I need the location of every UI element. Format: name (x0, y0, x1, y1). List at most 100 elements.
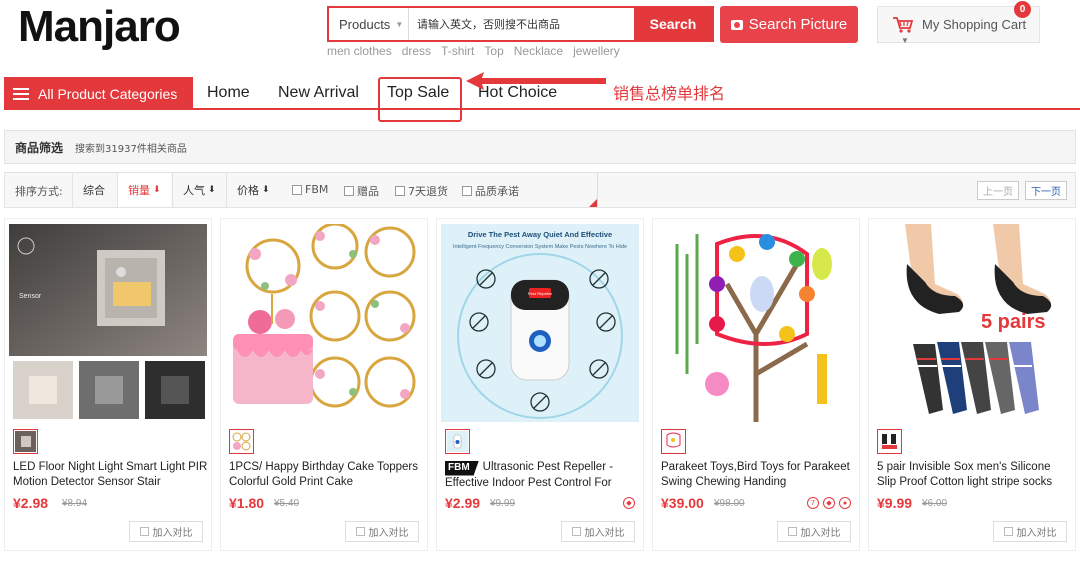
hot-word[interactable]: Top (484, 44, 503, 58)
sort-option-popularity[interactable]: 人气 ⬇ (172, 173, 226, 207)
product-price: ¥2.99 (445, 495, 481, 511)
compare-label: 加入对比 (152, 528, 193, 539)
image-caption: 5 pairs (981, 311, 1045, 333)
checkbox[interactable] (395, 186, 405, 196)
product-thumbnail[interactable] (229, 429, 254, 454)
product-price: ¥9.99 (877, 495, 913, 511)
gift-icon: ◆ (823, 497, 835, 509)
fbm-badge: FBM (445, 461, 479, 476)
product-title[interactable]: 5 pair Invisible Sox men's Silicone Slip… (877, 460, 1072, 489)
result-count: 搜索到31937件相关商品 (75, 143, 187, 155)
arrow-down-icon: ⬇ (208, 185, 216, 195)
annotation-arrow-icon (466, 72, 606, 90)
menu-icon (13, 87, 29, 100)
add-to-compare-button[interactable]: 加入对比 (993, 521, 1067, 542)
search-input[interactable] (409, 8, 634, 40)
checkbox[interactable] (292, 184, 302, 195)
search-button[interactable]: Search (634, 8, 712, 40)
shopping-cart-button[interactable]: My Shopping Cart 0 ▼ (877, 1, 1040, 45)
hot-search-words: men clothes dress T-shirt Top Necklace j… (327, 44, 620, 58)
product-title[interactable]: Parakeet Toys,Bird Toys for Parakeet Swi… (661, 460, 856, 489)
checkbox[interactable] (344, 186, 354, 196)
hot-word[interactable]: dress (402, 44, 431, 58)
filter-bar: 商品筛选 搜索到31937件相关商品 (4, 130, 1076, 164)
sort-bar: 排序方式: 综合 销量 ⬇ 人气 ⬇ 价格 ⬇ FBM 赠品 7天退货 品质承诺… (4, 172, 1076, 208)
chevron-down-icon: ▼ (901, 36, 909, 45)
product-thumbnail[interactable] (877, 429, 902, 454)
product-image[interactable]: Drive The Pest Away Quiet And Effective … (441, 224, 639, 422)
product-card[interactable]: Parakeet Toys,Bird Toys for Parakeet Swi… (652, 218, 860, 551)
add-to-compare-button[interactable]: 加入对比 (345, 521, 419, 542)
search-picture-label: Search Picture (748, 16, 848, 33)
product-image[interactable]: 5 pairs (873, 224, 1071, 422)
all-categories-button[interactable]: All Product Categories (4, 77, 193, 110)
product-tag-icons: 7 ◆ ● (807, 497, 851, 509)
product-card[interactable]: Sensor LED Floor Night Light Smart Light… (4, 218, 212, 551)
product-card[interactable]: 1PCS/ Happy Birthday Cake Toppers Colorf… (220, 218, 428, 551)
product-thumbnail[interactable] (661, 429, 686, 454)
hot-word[interactable]: men clothes (327, 44, 392, 58)
filter-checkbox-quality[interactable]: 品质承诺 (462, 183, 519, 199)
hot-word[interactable]: jewellery (573, 44, 620, 58)
add-to-compare-button[interactable]: 加入对比 (777, 521, 851, 542)
product-title[interactable]: LED Floor Night Light Smart Light PIR Mo… (13, 460, 208, 489)
compare-label: 加入对比 (1016, 528, 1057, 539)
image-caption: Drive The Pest Away Quiet And Effective (468, 230, 612, 239)
product-image[interactable]: Sensor (9, 224, 207, 422)
sort-option-sales[interactable]: 销量 ⬇ (117, 173, 171, 207)
all-categories-label: All Product Categories (38, 85, 178, 102)
sort-option-label: 综合 (83, 184, 105, 197)
hot-word[interactable]: T-shirt (441, 44, 474, 58)
product-thumbnail[interactable] (13, 429, 38, 454)
nav-item-home[interactable]: Home (207, 84, 250, 102)
checkbox[interactable] (462, 186, 472, 196)
next-page-button[interactable]: 下一页 (1025, 181, 1067, 200)
prev-page-button[interactable]: 上一页 (977, 181, 1019, 200)
product-card[interactable]: Drive The Pest Away Quiet And Effective … (436, 218, 644, 551)
product-title[interactable]: FBM Ultrasonic Pest Repeller - Effective … (445, 460, 640, 489)
checkbox (1003, 527, 1013, 536)
product-title[interactable]: 1PCS/ Happy Birthday Cake Toppers Colorf… (229, 460, 424, 489)
product-image[interactable] (657, 224, 855, 422)
compare-label: 加入对比 (584, 528, 625, 539)
filter-checkbox-gift[interactable]: 赠品 (344, 183, 379, 199)
hot-word[interactable]: Necklace (514, 44, 563, 58)
quality-icon: ● (839, 497, 851, 509)
checkbox-label: 赠品 (357, 185, 379, 198)
annotation-label: 销售总榜单排名 (613, 84, 726, 103)
product-original-price: ¥6.00 (922, 498, 948, 509)
product-price: ¥1.80 (229, 495, 265, 511)
cart-label: My Shopping Cart (922, 17, 1027, 32)
corner-marker-icon (589, 199, 597, 207)
site-logo[interactable]: Manjaro (18, 2, 181, 52)
sort-option-default[interactable]: 综合 (72, 173, 115, 207)
7day-return-icon: 7 (807, 497, 819, 509)
search-category-select[interactable]: Products ▼ (329, 8, 409, 40)
arrow-down-icon: ⬇ (153, 185, 161, 195)
nav-item-new-arrival[interactable]: New Arrival (278, 84, 359, 102)
filter-checkbox-7day-return[interactable]: 7天退货 (395, 183, 448, 199)
image-subcaption: Intelligent Frequency Conversion System … (453, 244, 627, 250)
add-to-compare-button[interactable]: 加入对比 (129, 521, 203, 542)
sort-option-price[interactable]: 价格 ⬇ (226, 173, 280, 207)
checkbox (787, 527, 797, 536)
product-image[interactable] (225, 224, 423, 422)
product-tag-icons: ◆ (623, 497, 635, 509)
product-original-price: ¥98.00 (714, 498, 745, 509)
add-to-compare-button[interactable]: 加入对比 (561, 521, 635, 542)
product-original-price: ¥8.94 (62, 498, 88, 509)
checkbox-label: 7天退货 (408, 185, 448, 198)
product-original-price: ¥9.99 (490, 498, 516, 509)
checkbox-label: FBM (305, 183, 329, 196)
divider (597, 173, 598, 207)
search-picture-button[interactable]: Search Picture (720, 6, 858, 43)
sort-label: 排序方式: (15, 185, 63, 198)
product-card[interactable]: 5 pairs 5 pair Invisible Sox men's Silic… (868, 218, 1076, 551)
filter-checkbox-fbm[interactable]: FBM (292, 183, 328, 196)
product-thumbnail[interactable] (445, 429, 470, 454)
sort-option-label: 价格 (237, 184, 259, 197)
chevron-down-icon: ▼ (395, 19, 404, 29)
annotation-highlight-box (378, 77, 462, 122)
camera-icon (730, 19, 743, 30)
sort-option-label: 销量 (128, 184, 150, 197)
